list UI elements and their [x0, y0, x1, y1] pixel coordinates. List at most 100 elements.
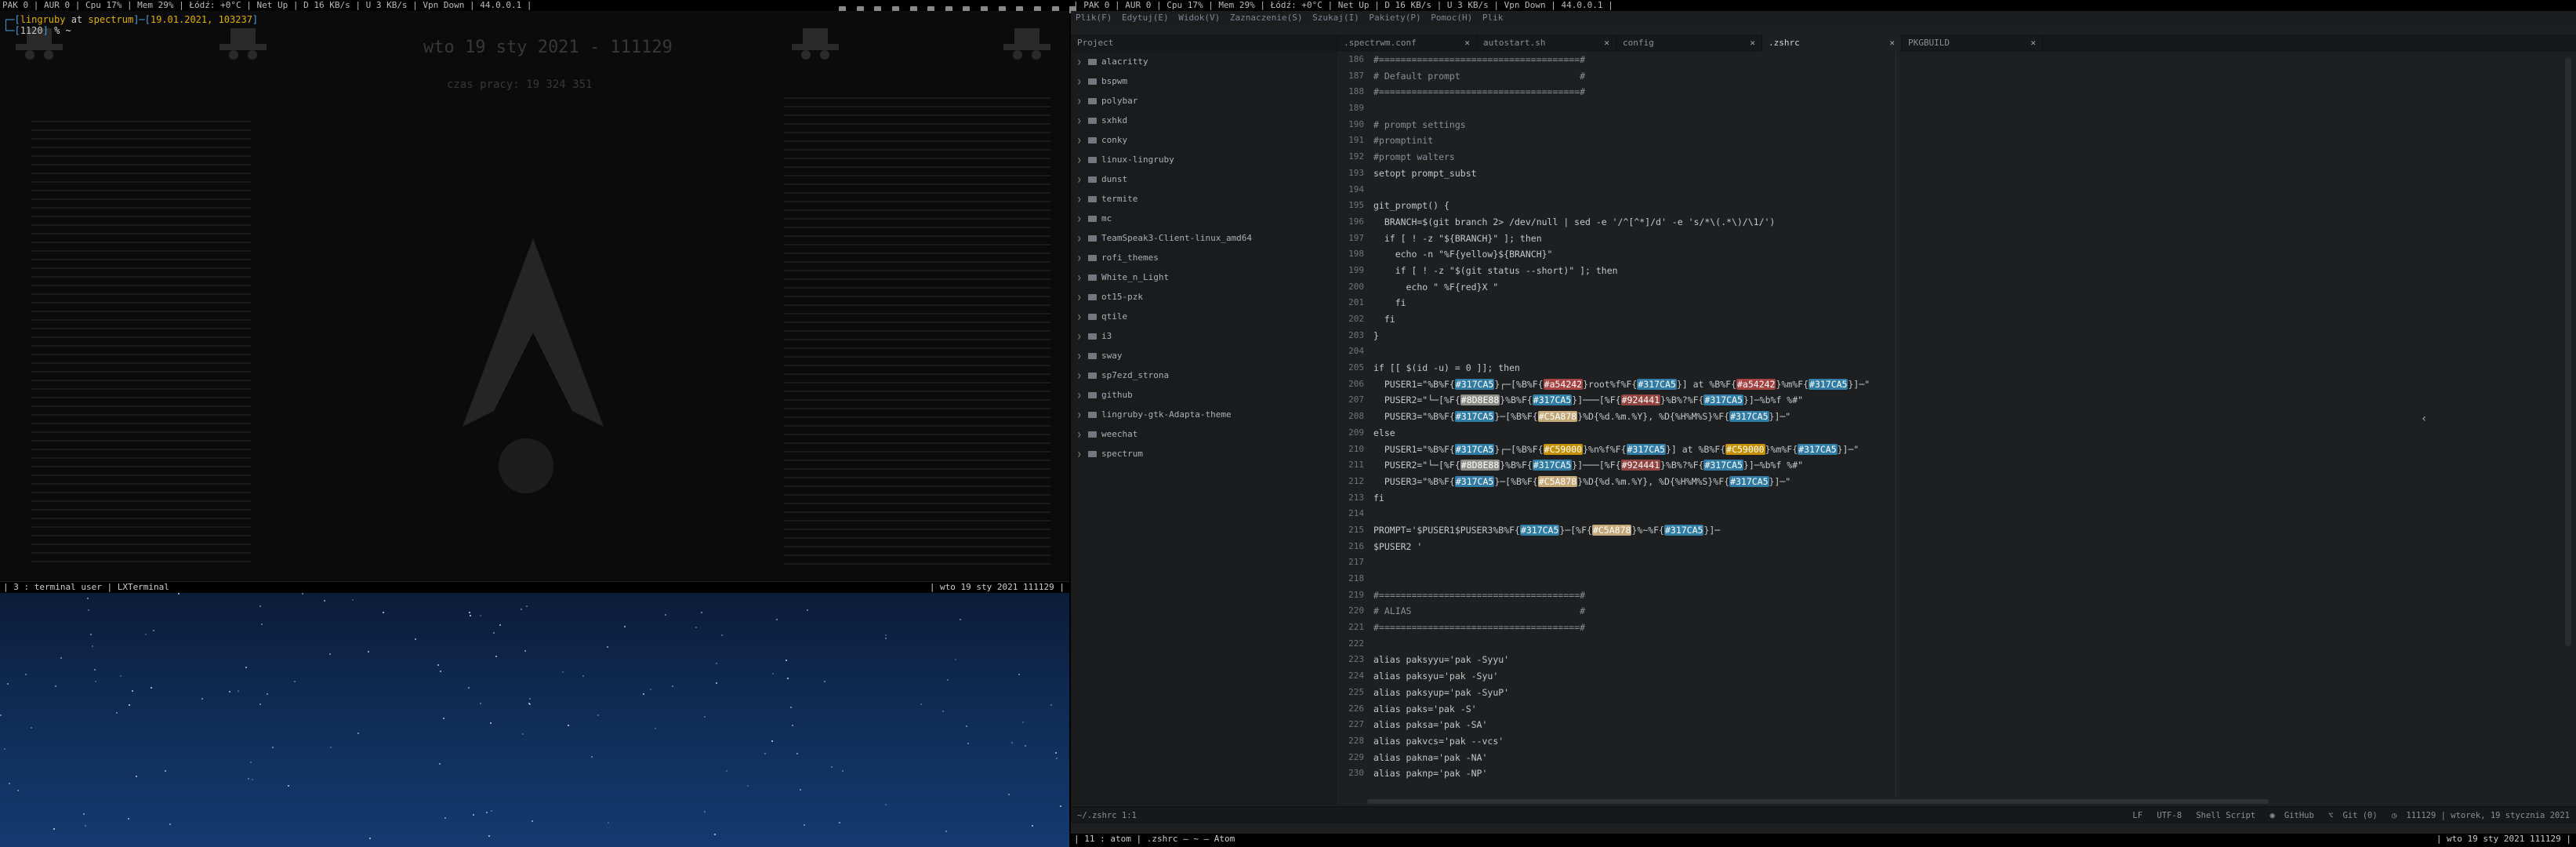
tree-folder[interactable]: ❯ github [1071, 385, 1337, 405]
code-line[interactable]: fi [1367, 311, 2576, 328]
code-line[interactable]: PUSER3="%B%F{#317CA5}─[%B%F{#C5A878}%D{%… [1367, 474, 2576, 490]
tree-folder[interactable]: ❯ rofi_themes [1071, 248, 1337, 267]
tree-folder[interactable]: ❯ sp7ezd_strona [1071, 365, 1337, 385]
chevron-right-icon[interactable]: ❯ [1077, 308, 1085, 328]
close-icon[interactable]: ✕ [1464, 35, 1470, 52]
tree-folder[interactable]: ❯ White_n_Light [1071, 267, 1337, 287]
code-line[interactable]: #promptinit [1367, 133, 2576, 149]
menu-edit[interactable]: Edytuj(E) [1122, 13, 1169, 23]
chevron-right-icon[interactable]: ❯ [1077, 112, 1085, 132]
line-ending[interactable]: LF [2132, 811, 2142, 820]
code-line[interactable] [1367, 636, 2576, 653]
chevron-right-icon[interactable]: ❯ [1077, 132, 1085, 151]
code-line[interactable]: } [1367, 328, 2576, 344]
code-line[interactable] [1367, 506, 2576, 522]
tree-folder[interactable]: ❯ termite [1071, 189, 1337, 209]
tree-folder[interactable]: ❯ conky [1071, 130, 1337, 150]
code-line[interactable]: #=====================================# [1367, 587, 2576, 604]
code-line[interactable] [1367, 344, 2576, 360]
chevron-right-icon[interactable]: ❯ [1077, 387, 1085, 406]
atom-window[interactable]: Plik(F) Edytuj(E) Widok(V) Zaznaczenie(S… [1071, 11, 2576, 834]
code-line[interactable] [1367, 182, 2576, 198]
code-line[interactable]: # prompt settings [1367, 117, 2576, 133]
code-line[interactable]: alias pakna='pak -NA' [1367, 750, 2576, 766]
git-icon[interactable]: ⌥ [2328, 811, 2333, 820]
chevron-right-icon[interactable]: ❯ [1077, 406, 1085, 426]
encoding[interactable]: UTF-8 [2157, 811, 2182, 820]
chevron-right-icon[interactable]: ❯ [1077, 230, 1085, 249]
code-line[interactable]: PUSER2="└─[%F{#8D8E88}%B%F{#317CA5}]───[… [1367, 392, 2576, 409]
close-icon[interactable]: ✕ [1750, 35, 1755, 52]
tree-folder[interactable]: ❯ ot15-pzk [1071, 287, 1337, 307]
tree-folder[interactable]: ❯ weechat [1071, 424, 1337, 444]
close-icon[interactable]: ✕ [2030, 35, 2036, 52]
code-line[interactable]: fi [1367, 490, 2576, 507]
horizontal-scrollbar[interactable] [1367, 799, 2269, 804]
chevron-right-icon[interactable]: ❯ [1077, 93, 1085, 112]
code-line[interactable]: #prompt walters [1367, 149, 2576, 165]
grammar[interactable]: Shell Script [2196, 811, 2255, 820]
tab-spectrwm-conf[interactable]: .spectrwm.conf ✕ [1337, 35, 1477, 52]
code-line[interactable] [1367, 100, 2576, 117]
code-line[interactable]: git_prompt() { [1367, 198, 2576, 214]
code-editor[interactable]: #=====================================# #… [1367, 52, 2576, 805]
tab-project[interactable]: Project [1071, 35, 1337, 52]
code-line[interactable] [1367, 571, 2576, 587]
terminal-window[interactable]: wto 19 sty 2021 - 111129 czas pracy: 19 … [0, 11, 1069, 581]
close-icon[interactable]: ✕ [1604, 35, 1609, 52]
tree-folder[interactable]: ❯ polybar [1071, 91, 1337, 111]
vertical-scrollbar[interactable] [2565, 58, 2571, 646]
chevron-right-icon[interactable]: ❯ [1077, 269, 1085, 289]
cursor-position[interactable]: ~/.zshrc 1:1 [1077, 807, 1137, 824]
menu-find[interactable]: Szukaj(I) [1312, 13, 1359, 23]
tab-autostart[interactable]: autostart.sh ✕ [1477, 35, 1616, 52]
chevron-right-icon[interactable]: ❯ [1077, 151, 1085, 171]
tree-folder[interactable]: ❯ sway [1071, 346, 1337, 365]
tree-folder[interactable]: ❯ spectrum [1071, 444, 1337, 463]
code-line[interactable]: if [ ! -z "${BRANCH}" ]; then [1367, 231, 2576, 247]
tree-folder[interactable]: ❯ sxhkd [1071, 111, 1337, 130]
code-line[interactable]: else [1367, 425, 2576, 442]
tab-pkgbuild[interactable]: PKGBUILD ✕ [1902, 35, 2043, 52]
code-line[interactable]: # Default prompt # [1367, 68, 2576, 85]
chevron-right-icon[interactable]: ❯ [1077, 445, 1085, 465]
code-line[interactable]: PROMPT='$PUSER1$PUSER3%B%F{#317CA5}─[%F{… [1367, 522, 2576, 539]
code-line[interactable]: #=====================================# [1367, 52, 2576, 68]
tree-folder[interactable]: ❯ linux-lingruby [1071, 150, 1337, 169]
code-line[interactable]: PUSER1="%B%F{#317CA5}┌─[%B%F{#a54242}roo… [1367, 376, 2576, 393]
code-line[interactable]: if [ ! -z "$(git status --short)" ]; the… [1367, 263, 2576, 279]
tree-folder[interactable]: ❯ lingruby-gtk-Adapta-theme [1071, 405, 1337, 424]
code-line[interactable]: echo -n "%F{yellow}${BRANCH}" [1367, 246, 2576, 263]
code-line[interactable]: alias pakvcs='pak --vcs' [1367, 733, 2576, 750]
code-line[interactable]: $PUSER2 ' [1367, 539, 2576, 555]
menu-extra[interactable]: Plik [1482, 13, 1504, 23]
code-line[interactable]: BRANCH=$(git branch 2> /dev/null | sed -… [1367, 214, 2576, 231]
chevron-right-icon[interactable]: ❯ [1077, 328, 1085, 347]
menu-view[interactable]: Widok(V) [1178, 13, 1220, 23]
menu-file[interactable]: Plik(F) [1076, 13, 1112, 23]
code-line[interactable]: PUSER1="%B%F{#317CA5}┌─[%B%F{#C59000}%n%… [1367, 442, 2576, 458]
code-line[interactable]: alias paksyyu='pak -Syyu' [1367, 652, 2576, 668]
chevron-right-icon[interactable]: ❯ [1077, 289, 1085, 308]
code-line[interactable]: #=====================================# [1367, 84, 2576, 100]
tree-folder[interactable]: ❯ alacritty [1071, 52, 1337, 71]
code-line[interactable]: alias paks='pak -S' [1367, 701, 2576, 718]
code-line[interactable]: #=====================================# [1367, 620, 2576, 636]
code-line[interactable]: alias paksyup='pak -SyuP' [1367, 685, 2576, 701]
github-button[interactable]: GitHub [2284, 811, 2314, 820]
tree-folder[interactable]: ❯ mc [1071, 209, 1337, 228]
code-line[interactable]: setopt prompt_subst [1367, 165, 2576, 182]
code-line[interactable]: fi [1367, 295, 2576, 311]
chevron-right-icon[interactable]: ❯ [1077, 73, 1085, 93]
code-line[interactable]: alias paknp='pak -NP' [1367, 765, 2576, 782]
chevron-right-icon[interactable]: ❯ [1077, 249, 1085, 269]
code-line[interactable]: PUSER2="└─[%F{#8D8E88}%B%F{#317CA5}]───[… [1367, 457, 2576, 474]
chevron-right-icon[interactable]: ❯ [1077, 210, 1085, 230]
chevron-right-icon[interactable]: ❯ [1077, 191, 1085, 210]
git-button[interactable]: Git (0) [2342, 811, 2377, 820]
code-line[interactable]: alias paksa='pak -SA' [1367, 717, 2576, 733]
chevron-right-icon[interactable]: ❯ [1077, 171, 1085, 191]
chevron-right-icon[interactable]: ❯ [1077, 426, 1085, 445]
code-line[interactable]: echo " %F{red}X " [1367, 279, 2576, 296]
code-line[interactable]: alias paksyu='pak -Syu' [1367, 668, 2576, 685]
